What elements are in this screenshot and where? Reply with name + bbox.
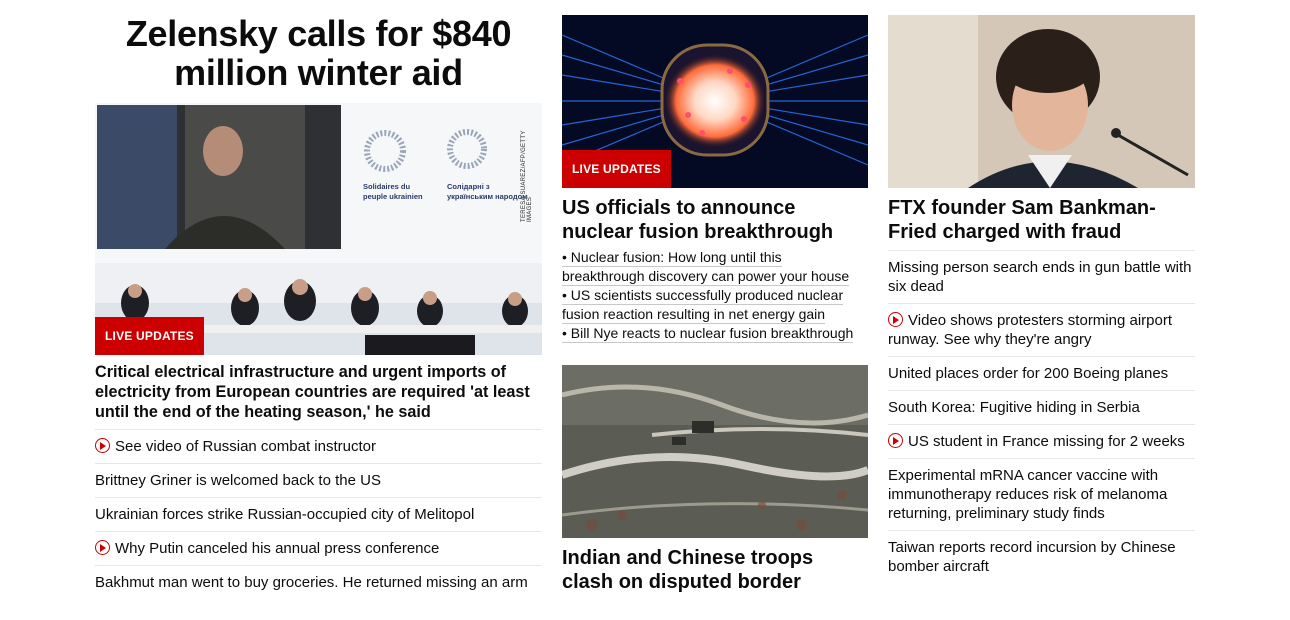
lead-headline[interactable]: Zelensky calls for $840 million winter a… bbox=[95, 14, 542, 92]
list-item[interactable]: Missing person search ends in gun battle… bbox=[888, 250, 1195, 303]
fusion-image[interactable]: LIVE UPDATES bbox=[562, 15, 868, 188]
list-item[interactable]: Video shows protesters storming airport … bbox=[888, 303, 1195, 356]
list-item[interactable]: Ukrainian forces strike Russian-occupied… bbox=[95, 497, 542, 531]
list-item[interactable]: Bakhmut man went to buy groceries. He re… bbox=[95, 565, 542, 599]
svg-text:українським народом: українським народом bbox=[447, 192, 528, 201]
list-item[interactable]: United places order for 200 Boeing plane… bbox=[888, 356, 1195, 390]
link-us-student[interactable]: US student in France missing for 2 weeks bbox=[908, 433, 1185, 450]
bullet-link-bill-nye[interactable]: • Bill Nye reacts to nuclear fusion brea… bbox=[562, 325, 854, 343]
link-mrna-vaccine[interactable]: Experimental mRNA cancer vaccine with im… bbox=[888, 467, 1167, 522]
link-combat-instructor[interactable]: See video of Russian combat instructor bbox=[115, 438, 376, 455]
svg-text:peuple ukrainien: peuple ukrainien bbox=[363, 192, 423, 201]
play-icon bbox=[95, 540, 110, 555]
list-item[interactable]: US student in France missing for 2 weeks bbox=[888, 424, 1195, 458]
photo-credit: TERESA SUAREZ/AFP/GETTY IMAGES bbox=[521, 130, 533, 222]
link-melitopol[interactable]: Ukrainian forces strike Russian-occupied… bbox=[95, 506, 474, 523]
bullet-link-net-energy[interactable]: • US scientists successfully produced nu… bbox=[562, 287, 844, 324]
list-item[interactable]: Taiwan reports record incursion by Chine… bbox=[888, 530, 1195, 583]
link-taiwan-incursion[interactable]: Taiwan reports record incursion by Chine… bbox=[888, 539, 1176, 575]
fusion-bullet-links: • Nuclear fusion: How long until this br… bbox=[562, 248, 868, 343]
link-united-boeing[interactable]: United places order for 200 Boeing plane… bbox=[888, 365, 1168, 382]
lead-story-title[interactable]: Critical electrical infrastructure and u… bbox=[95, 362, 542, 422]
zelensky-photo[interactable]: Solidaires du peuple ukrainien Солідарні… bbox=[95, 103, 542, 355]
play-icon bbox=[888, 433, 903, 448]
link-airport-runway[interactable]: Video shows protesters storming airport … bbox=[888, 312, 1172, 348]
live-updates-badge: LIVE UPDATES bbox=[562, 150, 671, 188]
list-item[interactable]: Brittney Griner is welcomed back to the … bbox=[95, 463, 542, 497]
link-gun-battle[interactable]: Missing person search ends in gun battle… bbox=[888, 259, 1192, 295]
svg-text:Солідарні з: Солідарні з bbox=[447, 182, 490, 191]
list-item[interactable]: Experimental mRNA cancer vaccine with im… bbox=[888, 458, 1195, 530]
border-troops-image[interactable] bbox=[562, 365, 868, 538]
link-bakhmut[interactable]: Bakhmut man went to buy groceries. He re… bbox=[95, 574, 528, 591]
fusion-story-title[interactable]: US officials to announce nuclear fusion … bbox=[562, 196, 868, 244]
lead-related-links: See video of Russian combat instructor B… bbox=[95, 429, 542, 599]
bankman-fried-photo[interactable] bbox=[888, 15, 1195, 188]
play-icon bbox=[95, 438, 110, 453]
mountain-road-illustration bbox=[562, 365, 868, 538]
list-item[interactable]: See video of Russian combat instructor bbox=[95, 429, 542, 463]
ftx-story-title[interactable]: FTX founder Sam Bankman-Fried charged wi… bbox=[888, 196, 1195, 244]
logo-text-fr: Solidaires du bbox=[363, 182, 411, 191]
live-updates-badge: LIVE UPDATES bbox=[95, 317, 204, 355]
list-item[interactable]: South Korea: Fugitive hiding in Serbia bbox=[888, 390, 1195, 424]
border-clash-title[interactable]: Indian and Chinese troops clash on dispu… bbox=[562, 546, 868, 594]
play-icon bbox=[888, 312, 903, 327]
link-griner[interactable]: Brittney Griner is welcomed back to the … bbox=[95, 472, 381, 489]
portrait-illustration bbox=[888, 15, 1195, 188]
bullet-link-power-house[interactable]: • Nuclear fusion: How long until this br… bbox=[562, 249, 850, 286]
right-related-links: Missing person search ends in gun battle… bbox=[888, 250, 1195, 583]
link-putin[interactable]: Why Putin canceled his annual press conf… bbox=[115, 540, 439, 557]
list-item[interactable]: Why Putin canceled his annual press conf… bbox=[95, 531, 542, 565]
link-south-korea[interactable]: South Korea: Fugitive hiding in Serbia bbox=[888, 399, 1140, 416]
